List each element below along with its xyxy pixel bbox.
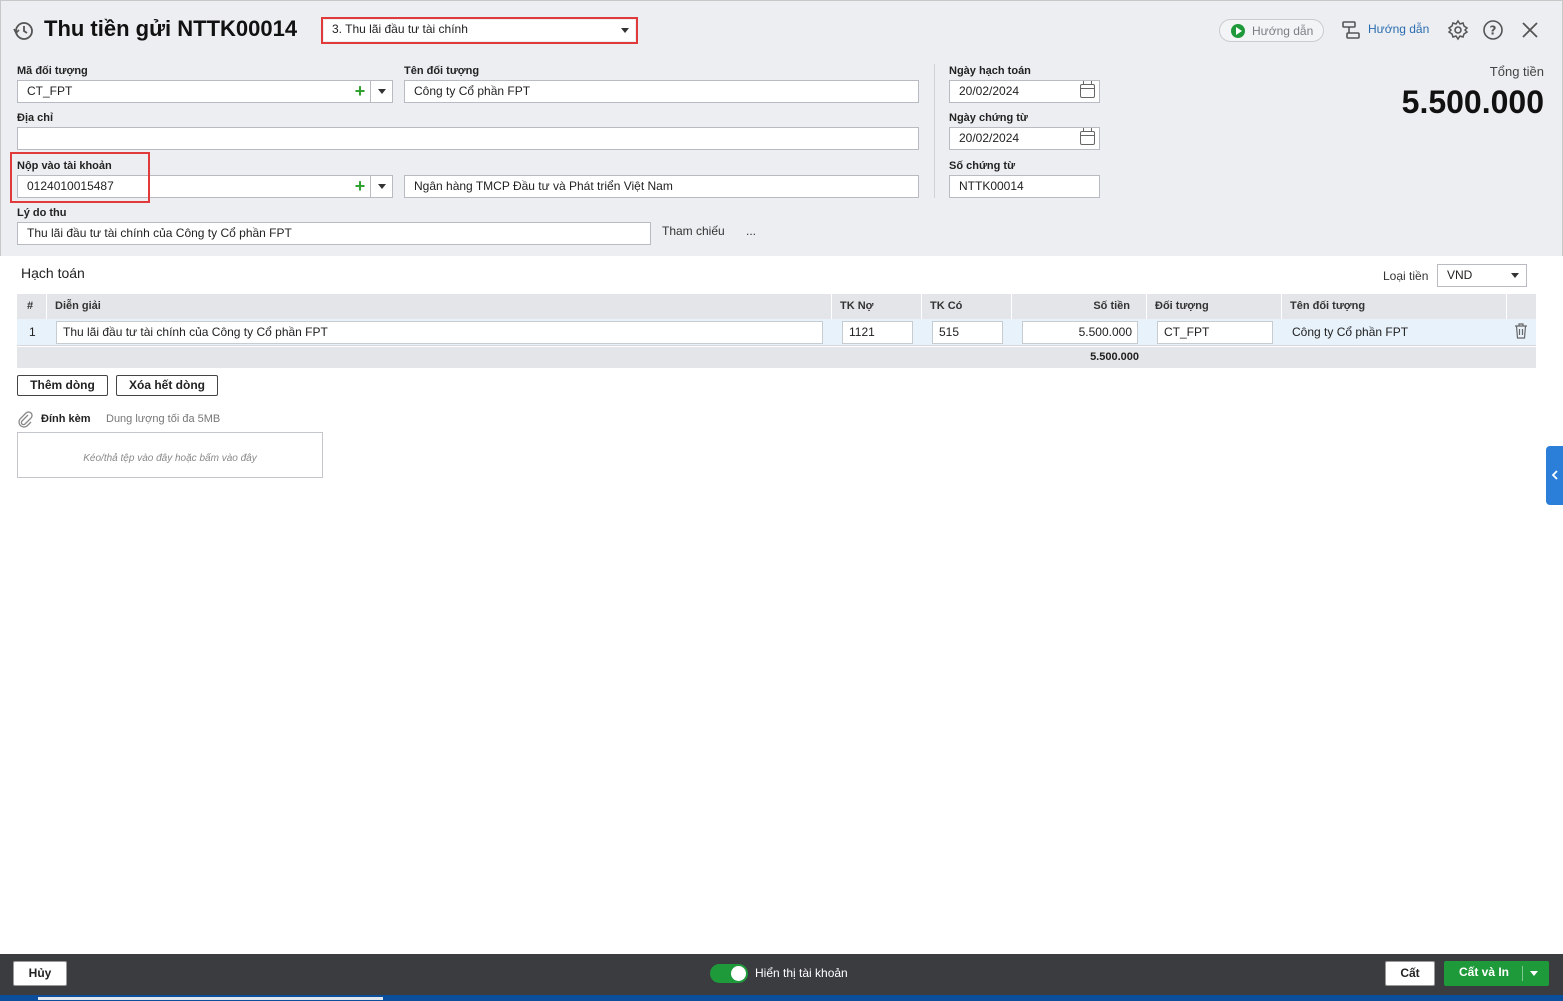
table-header: # Diễn giải TK Nợ TK Có Số tiền Đối tượn… [17,294,1536,319]
paperclip-icon [17,410,33,428]
footer-bar: Hủy Hiển thị tài khoản Cất Cất và In [0,954,1563,1001]
add-icon[interactable]: + [352,176,368,197]
posting-date-field[interactable]: 20/02/2024 [949,80,1100,103]
history-icon[interactable] [12,20,34,42]
table-row[interactable]: 1 Thu lãi đầu tư tài chính của Công ty C… [17,319,1536,346]
chevron-left-icon [1551,470,1558,480]
clear-rows-button[interactable]: Xóa hết dòng [116,375,218,396]
voucher-number-field[interactable]: NTTK00014 [949,175,1100,198]
attach-label: Đính kèm [41,413,91,425]
add-icon[interactable]: + [352,81,368,102]
section-title: Hạch toán [21,265,85,281]
save-print-button[interactable]: Cất và In [1444,961,1549,986]
posting-date-label: Ngày hạch toán [949,65,1031,77]
address-field[interactable] [17,127,919,150]
side-panel-toggle[interactable] [1546,446,1563,505]
show-account-label: Hiển thị tài khoản [755,966,848,980]
attach-dropzone[interactable]: Kéo/thả tệp vào đây hoặc bấm vào đây [17,432,323,478]
col-header-amount: Số tiền [1012,294,1147,319]
reference-more-button[interactable]: ... [746,224,756,238]
trash-icon[interactable] [1514,323,1528,339]
chevron-down-icon[interactable] [370,81,392,102]
col-header-object: Đối tượng [1147,294,1282,319]
col-header-description: Diễn giải [47,294,832,319]
address-label: Địa chỉ [17,112,54,124]
total-amount: 5.500.000 [1401,84,1544,120]
total-row: 5.500.000 [17,347,1536,368]
highlight-box [10,152,150,203]
col-header-object-name: Tên đối tượng [1282,294,1507,319]
col-header-credit: TK Có [922,294,1012,319]
total-label: Tổng tiền [1489,64,1544,79]
taskbar-active [38,997,383,1000]
object-code-value: CT_FPT [27,84,73,98]
currency-value: VND [1447,268,1473,282]
dropzone-text: Kéo/thả tệp vào đây hoặc bấm vào đây [83,453,257,464]
row-index: 1 [29,325,36,339]
currency-select[interactable]: VND [1437,264,1527,287]
voucher-date-field[interactable]: 20/02/2024 [949,127,1100,150]
description-cell[interactable]: Thu lãi đầu tư tài chính của Công ty Cổ … [56,321,823,344]
split-divider [1522,966,1523,981]
chevron-down-icon[interactable] [370,176,392,197]
reason-field[interactable]: Thu lãi đầu tư tài chính của Công ty Cổ … [17,222,651,245]
video-guide-button[interactable]: Hướng dẫn [1219,19,1324,42]
play-icon [1231,24,1245,38]
guide-link[interactable]: Hướng dẫn [1368,22,1429,36]
debit-account-cell[interactable]: 1121 [842,321,913,344]
flow-icon[interactable] [1340,19,1362,41]
gear-icon[interactable] [1447,19,1469,41]
toggle-knob [731,966,746,981]
cancel-button[interactable]: Hủy [13,961,67,986]
object-name-field[interactable]: Công ty Cổ phần FPT [404,80,919,103]
voucher-date-label: Ngày chứng từ [949,112,1028,124]
credit-account-cell[interactable]: 515 [932,321,1003,344]
voucher-date-value: 20/02/2024 [959,131,1020,145]
calendar-icon[interactable] [1080,128,1095,145]
show-account-toggle[interactable] [710,964,748,983]
currency-label: Loại tiền [1383,269,1429,283]
close-icon[interactable] [1519,19,1541,41]
save-button[interactable]: Cất [1385,961,1435,986]
object-name-label: Tên đối tượng [404,65,480,77]
voucher-number-label: Số chứng từ [949,160,1016,172]
table-total-amount: 5.500.000 [1090,351,1139,363]
bank-name-field[interactable]: Ngân hàng TMCP Đầu tư và Phát triển Việt… [404,175,919,198]
calendar-icon[interactable] [1080,81,1095,98]
highlight-box [321,17,638,44]
object-code-combo[interactable]: CT_FPT + [17,80,393,103]
reference-label: Tham chiếu [662,224,725,238]
col-header-index: # [17,294,47,319]
chevron-down-icon [1511,273,1519,278]
chevron-down-icon[interactable] [1530,971,1538,976]
svg-text:?: ? [1490,24,1497,38]
video-guide-label: Hướng dẫn [1252,24,1314,38]
reason-label: Lý do thu [17,207,67,219]
object-cell[interactable]: CT_FPT [1157,321,1273,344]
attach-limit: Dung lượng tối đa 5MB [106,413,221,425]
add-row-button[interactable]: Thêm dòng [17,375,108,396]
col-header-debit: TK Nợ [832,294,922,319]
object-name-cell: Công ty Cổ phần FPT [1292,325,1409,339]
amount-cell[interactable]: 5.500.000 [1022,321,1138,344]
object-code-label: Mã đối tượng [17,65,88,77]
save-print-label: Cất và In [1459,965,1510,979]
page-title: Thu tiền gửi NTTK00014 [44,16,298,41]
divider [934,64,935,198]
posting-date-value: 20/02/2024 [959,84,1020,98]
help-icon[interactable]: ? [1482,19,1504,41]
